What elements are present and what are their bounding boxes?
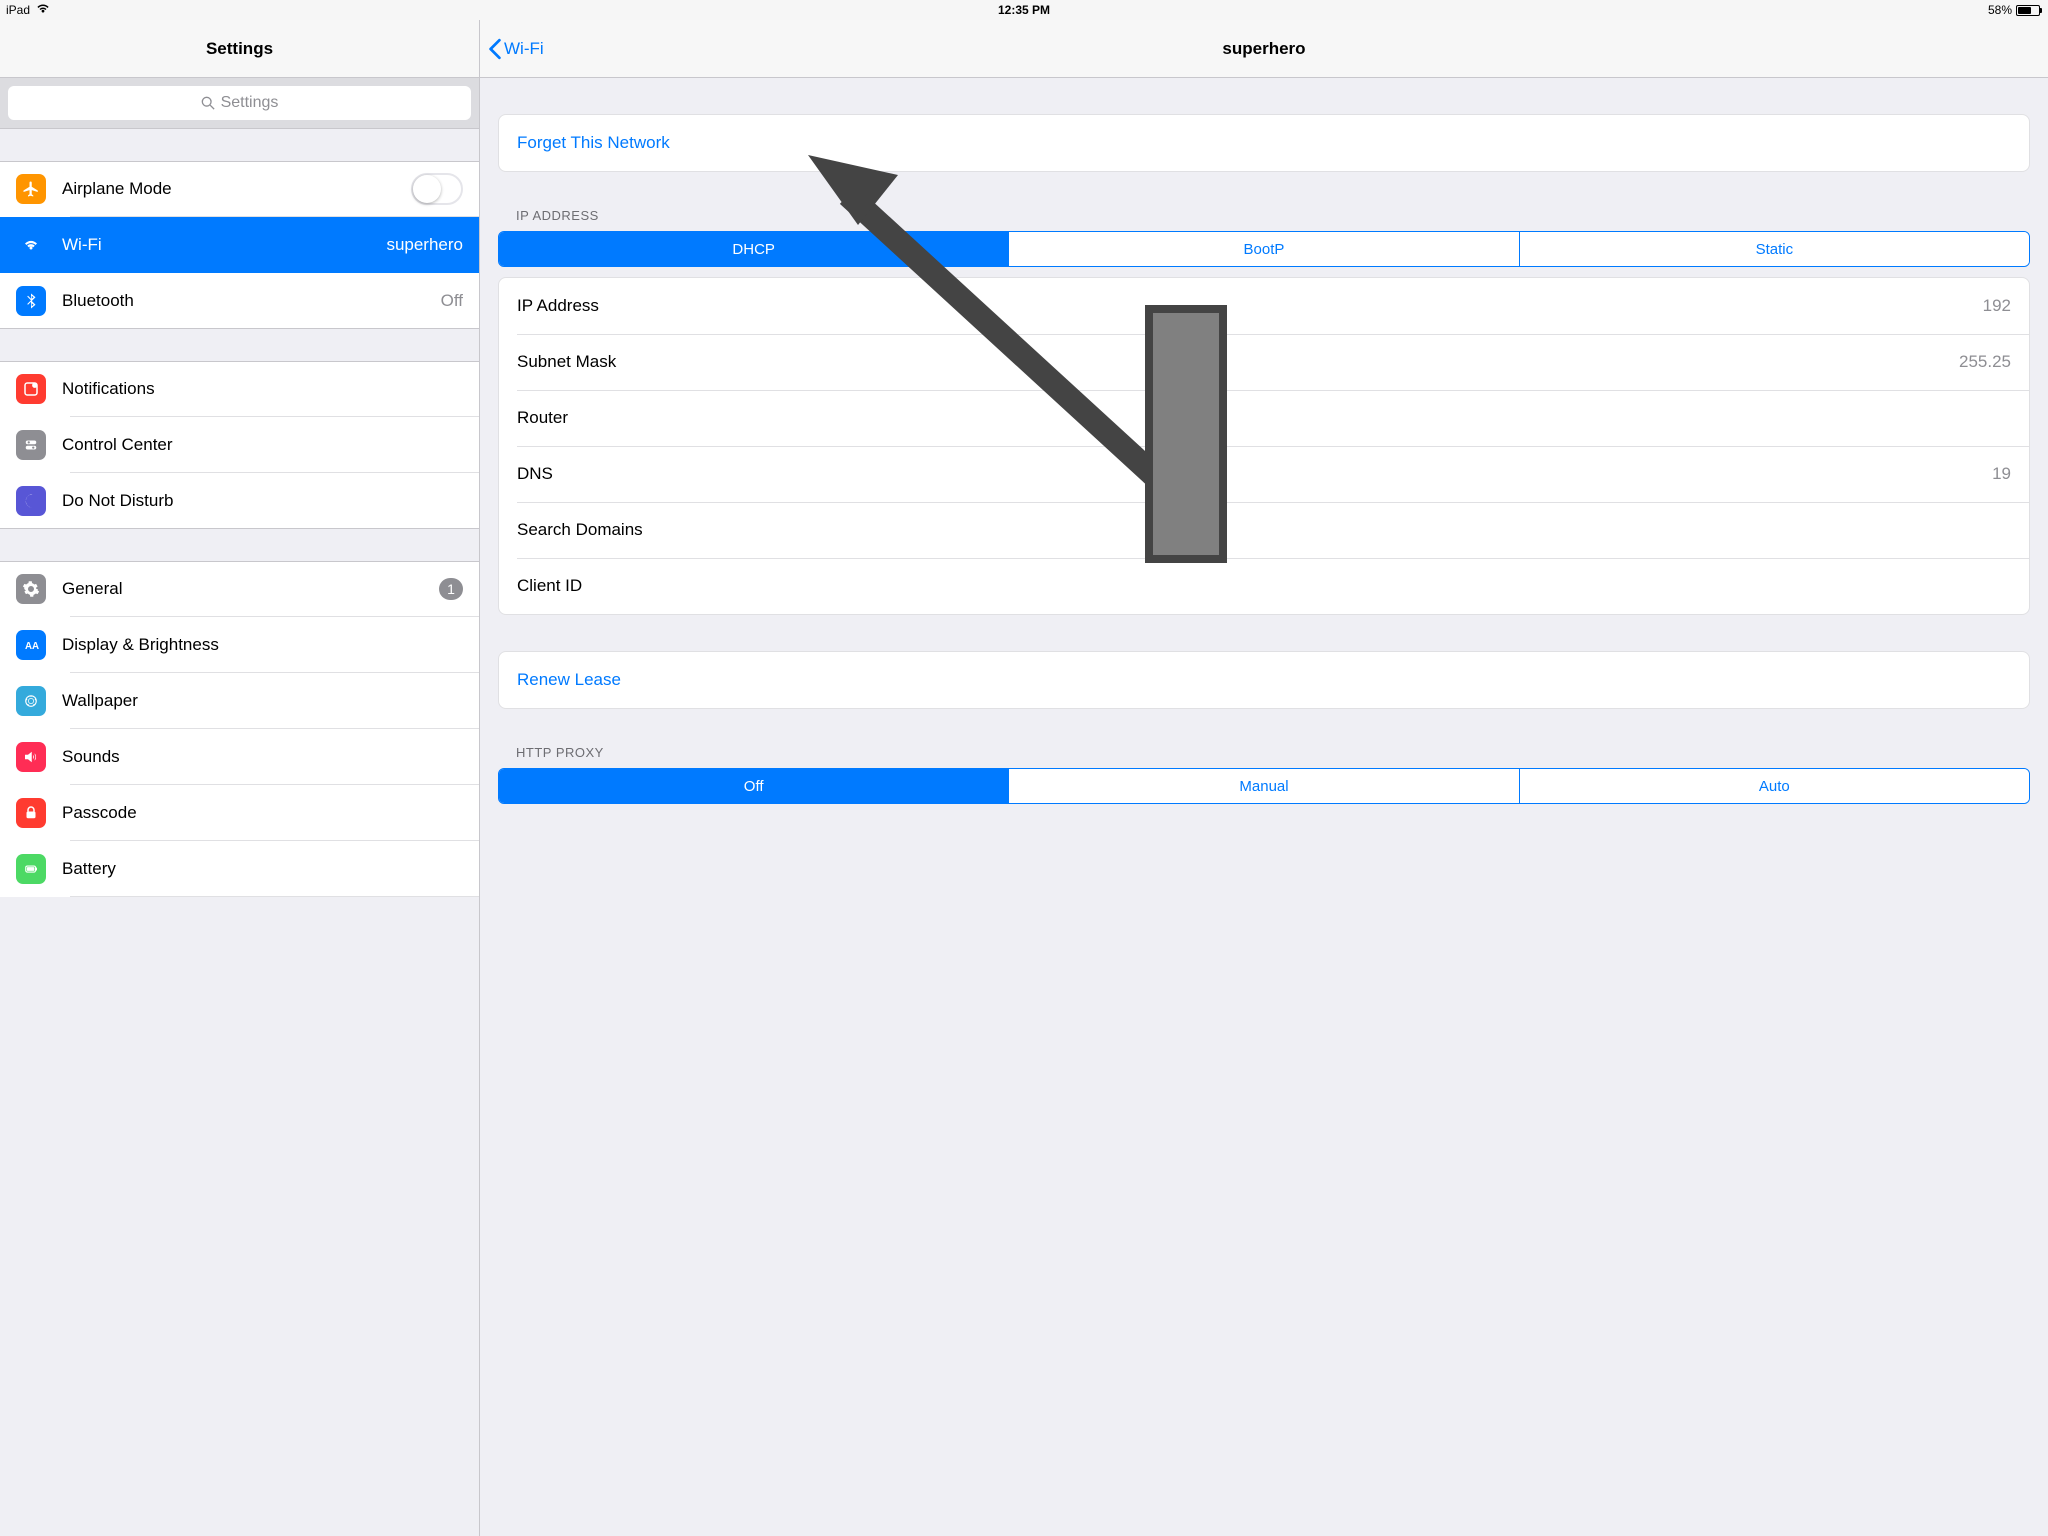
back-button[interactable]: Wi-Fi: [488, 38, 544, 60]
battery-row-icon: [16, 854, 46, 884]
general-badge: 1: [439, 578, 463, 600]
router-label: Router: [517, 408, 568, 428]
ip-segmented-control: DHCP BootP Static: [498, 231, 2030, 267]
subnet-value: 255.25: [1959, 352, 2011, 372]
seg-static[interactable]: Static: [1519, 232, 2029, 266]
renew-card: Renew Lease: [498, 651, 2030, 709]
dns-value: 19: [1992, 464, 2011, 484]
settings-sidebar: Settings Settings Airplane Mode Wi-Fi su…: [0, 20, 480, 1536]
forget-network-button[interactable]: Forget This Network: [499, 115, 2029, 171]
row-passcode[interactable]: Passcode: [0, 785, 479, 841]
wallpaper-icon: [16, 686, 46, 716]
row-control-center[interactable]: Control Center: [0, 417, 479, 473]
display-label: Display & Brightness: [62, 635, 463, 655]
bluetooth-label: Bluetooth: [62, 291, 441, 311]
row-search-domains[interactable]: Search Domains: [499, 502, 2029, 558]
seg-proxy-off[interactable]: Off: [499, 769, 1008, 803]
dnd-label: Do Not Disturb: [62, 491, 463, 511]
ip-value: 192: [1983, 296, 2011, 316]
search-container: Settings: [0, 78, 479, 129]
forget-card: Forget This Network: [498, 114, 2030, 172]
bluetooth-icon: [16, 286, 46, 316]
status-time: 12:35 PM: [998, 3, 1050, 17]
ip-label: IP Address: [517, 296, 599, 316]
proxy-section-header: HTTP PROXY: [516, 745, 2012, 760]
passcode-label: Passcode: [62, 803, 463, 823]
row-battery[interactable]: Battery: [0, 841, 479, 897]
airplane-icon: [16, 174, 46, 204]
row-dns[interactable]: DNS 19: [499, 446, 2029, 502]
wallpaper-label: Wallpaper: [62, 691, 463, 711]
seg-bootp[interactable]: BootP: [1008, 232, 1518, 266]
renew-lease-button[interactable]: Renew Lease: [499, 652, 2029, 708]
ip-section-header: IP ADDRESS: [516, 208, 2012, 223]
seg-proxy-manual[interactable]: Manual: [1008, 769, 1518, 803]
search-placeholder: Settings: [221, 94, 279, 112]
lock-icon: [16, 798, 46, 828]
row-wifi[interactable]: Wi-Fi superhero: [0, 217, 479, 273]
gear-icon: [16, 574, 46, 604]
battery-label: Battery: [62, 859, 463, 879]
proxy-segmented-control: Off Manual Auto: [498, 768, 2030, 804]
sounds-icon: [16, 742, 46, 772]
battery-icon: [2016, 5, 2042, 16]
chevron-left-icon: [488, 38, 502, 60]
control-center-label: Control Center: [62, 435, 463, 455]
row-client-id[interactable]: Client ID: [499, 558, 2029, 614]
wifi-value: superhero: [386, 235, 463, 255]
client-id-label: Client ID: [517, 576, 582, 596]
notifications-label: Notifications: [62, 379, 463, 399]
row-airplane-mode[interactable]: Airplane Mode: [0, 161, 479, 217]
sounds-label: Sounds: [62, 747, 463, 767]
sidebar-title: Settings: [0, 20, 479, 78]
detail-header: Wi-Fi superhero: [480, 20, 2048, 78]
moon-icon: [16, 486, 46, 516]
row-wallpaper[interactable]: Wallpaper: [0, 673, 479, 729]
wifi-label: Wi-Fi: [62, 235, 386, 255]
row-router[interactable]: Router: [499, 390, 2029, 446]
control-center-icon: [16, 430, 46, 460]
subnet-label: Subnet Mask: [517, 352, 616, 372]
row-display[interactable]: AA Display & Brightness: [0, 617, 479, 673]
search-icon: [201, 96, 215, 110]
row-bluetooth[interactable]: Bluetooth Off: [0, 273, 479, 329]
wifi-icon: [16, 230, 46, 260]
row-dnd[interactable]: Do Not Disturb: [0, 473, 479, 529]
display-icon: AA: [16, 630, 46, 660]
search-input[interactable]: Settings: [8, 86, 471, 120]
device-label: iPad: [6, 3, 30, 17]
status-bar: iPad 12:35 PM 58%: [0, 0, 2048, 20]
row-ip-address[interactable]: IP Address 192: [499, 278, 2029, 334]
seg-proxy-auto[interactable]: Auto: [1519, 769, 2029, 803]
row-notifications[interactable]: Notifications: [0, 361, 479, 417]
back-label: Wi-Fi: [504, 39, 544, 59]
dns-label: DNS: [517, 464, 553, 484]
general-label: General: [62, 579, 439, 599]
bluetooth-value: Off: [441, 291, 463, 311]
wifi-status-icon: [36, 3, 50, 17]
airplane-label: Airplane Mode: [62, 179, 411, 199]
seg-dhcp[interactable]: DHCP: [499, 232, 1008, 266]
svg-text:AA: AA: [25, 641, 39, 652]
row-general[interactable]: General 1: [0, 561, 479, 617]
airplane-toggle[interactable]: [411, 173, 463, 205]
detail-title: superhero: [1222, 39, 1305, 59]
battery-percent: 58%: [1988, 3, 2012, 17]
notifications-icon: [16, 374, 46, 404]
row-subnet[interactable]: Subnet Mask 255.25: [499, 334, 2029, 390]
search-domains-label: Search Domains: [517, 520, 643, 540]
ip-card: IP Address 192 Subnet Mask 255.25 Router…: [498, 277, 2030, 615]
detail-panel: Wi-Fi superhero Forget This Network IP A…: [480, 20, 2048, 1536]
row-sounds[interactable]: Sounds: [0, 729, 479, 785]
